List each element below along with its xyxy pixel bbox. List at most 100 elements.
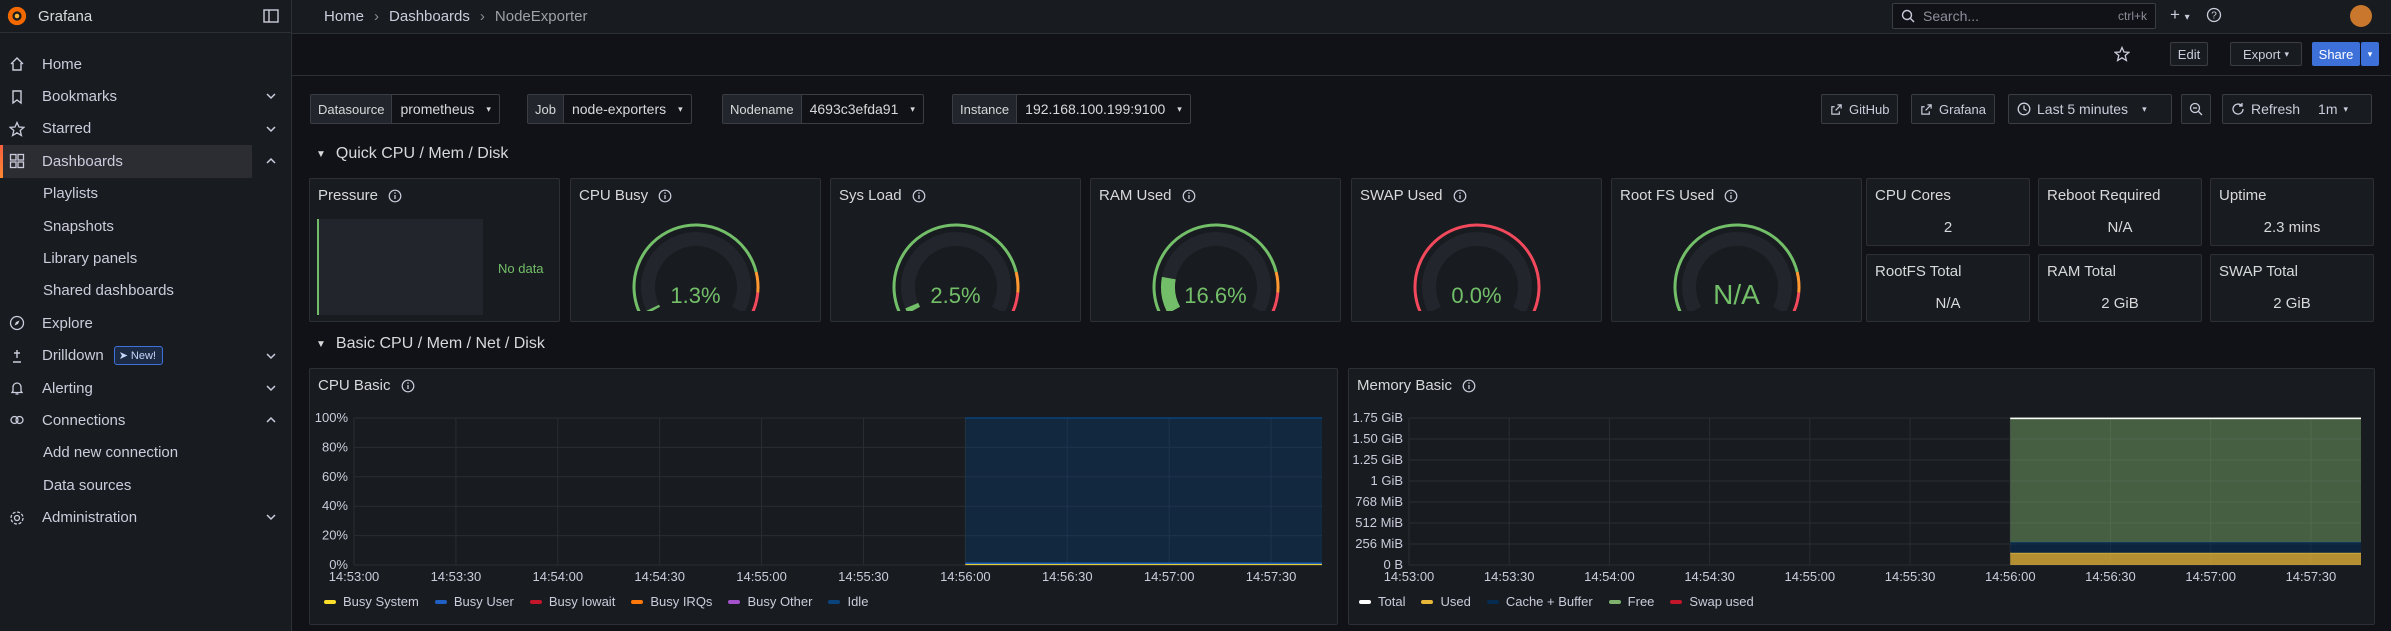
nav-drilldown[interactable]: Drilldown ➤ New! <box>0 340 292 372</box>
share-button[interactable]: Share <box>2312 42 2360 66</box>
nav-administration[interactable]: Administration <box>0 501 292 533</box>
refresh-interval[interactable]: 1m <box>2318 101 2337 117</box>
chevron-down-icon[interactable] <box>264 122 278 136</box>
share-dropdown-button[interactable]: ▾ <box>2361 42 2379 66</box>
chevron-down-icon[interactable] <box>264 349 278 363</box>
legend-label: Busy IRQs <box>650 594 713 609</box>
star-icon[interactable] <box>2114 46 2130 62</box>
nav-playlists[interactable]: Playlists <box>0 178 292 210</box>
github-link[interactable]: GitHub <box>1821 94 1899 124</box>
legend-item[interactable]: Busy Other <box>728 594 812 609</box>
info-icon[interactable] <box>1724 189 1738 203</box>
memory-basic-chart[interactable]: 1.75 GiB 1.50 GiB 1.25 GiB 1 GiB 768 MiB 512 … <box>1349 369 2376 594</box>
info-icon[interactable] <box>912 189 926 203</box>
legend-item[interactable]: Busy System <box>324 594 419 609</box>
variable-datasource[interactable]: Datasource prometheus ▾ <box>310 94 500 124</box>
variable-select[interactable]: 192.168.100.199:9100 ▾ <box>1017 95 1190 123</box>
chevron-down-icon[interactable] <box>264 510 278 524</box>
legend-item[interactable]: Used <box>1421 594 1471 609</box>
legend-item[interactable]: Free <box>1608 594 1654 609</box>
new-menu-button[interactable]: + ▾ <box>2170 5 2190 25</box>
legend-item[interactable]: Total <box>1359 594 1405 609</box>
info-icon[interactable] <box>1453 189 1467 203</box>
dock-menu-icon[interactable] <box>262 7 280 25</box>
row-header-basic[interactable]: ▼ Basic CPU / Mem / Net / Disk <box>316 335 545 353</box>
nav-connections[interactable]: Connections <box>0 404 292 436</box>
brand[interactable]: Grafana <box>0 0 291 33</box>
info-icon[interactable] <box>388 189 402 203</box>
chevron-up-icon[interactable] <box>264 413 278 427</box>
panel-gauge[interactable]: Sys Load 2.5% <box>830 178 1081 322</box>
nav-bookmarks[interactable]: Bookmarks <box>0 80 292 112</box>
panel-gauge[interactable]: RAM Used 16.6% <box>1090 178 1341 322</box>
panel-stat[interactable]: CPU Cores 2 <box>1866 178 2030 246</box>
info-icon[interactable] <box>658 189 672 203</box>
nav-starred[interactable]: Starred <box>0 113 292 145</box>
legend-item[interactable]: Idle <box>828 594 868 609</box>
x-tick-label: 14:53:30 <box>431 569 482 584</box>
panel-cpu-basic[interactable]: CPU Basic 100% 80% 60% 40% 20% 0% 14:53:00 14:5… <box>309 368 1338 625</box>
variable-job[interactable]: Job node-exporters ▾ <box>527 94 692 124</box>
gear-icon <box>8 509 26 527</box>
panel-gauge[interactable]: CPU Busy 1.3% <box>570 178 821 322</box>
x-tick-label: 14:54:30 <box>634 569 685 584</box>
breadcrumb-home[interactable]: Home <box>324 8 364 25</box>
nav-alerting[interactable]: Alerting <box>0 372 292 404</box>
breadcrumb-dashboards[interactable]: Dashboards <box>389 8 470 25</box>
panel-stat[interactable]: RootFS Total N/A <box>1866 254 2030 322</box>
panel-gauge[interactable]: SWAP Used 0.0% <box>1351 178 1602 322</box>
panel-stat[interactable]: Reboot Required N/A <box>2038 178 2202 246</box>
info-icon[interactable] <box>1182 189 1196 203</box>
panel-stat[interactable]: Uptime 2.3 mins <box>2210 178 2374 246</box>
zoom-out-button[interactable] <box>2181 94 2211 124</box>
panel-title: Root FS Used <box>1620 187 1738 204</box>
row-header-quick[interactable]: ▼ Quick CPU / Mem / Disk <box>316 145 508 163</box>
panel-pressure[interactable]: Pressure No data <box>309 178 560 322</box>
nav-add-new-connection[interactable]: Add new connection <box>0 437 292 469</box>
variable-instance[interactable]: Instance 192.168.100.199:9100 ▾ <box>952 94 1191 124</box>
chevron-up-icon[interactable] <box>264 154 278 168</box>
chevron-down-icon[interactable] <box>264 89 278 103</box>
variable-select[interactable]: 4693c3efda91 ▾ <box>802 95 923 123</box>
panel-stat[interactable]: SWAP Total 2 GiB <box>2210 254 2374 322</box>
legend-item[interactable]: Busy IRQs <box>631 594 712 609</box>
row-title: Quick CPU / Mem / Disk <box>335 145 509 162</box>
variable-select[interactable]: node-exporters ▾ <box>564 95 691 123</box>
grafana-link[interactable]: Grafana <box>1911 94 1995 124</box>
nav-dashboards[interactable]: Dashboards <box>0 145 276 178</box>
panel-memory-basic[interactable]: Memory Basic 1.75 GiB 1.50 GiB 1.25 GiB 1 G… <box>1348 368 2375 625</box>
refresh-button[interactable]: Refresh 1m ▾ <box>2222 94 2372 124</box>
variable-nodename[interactable]: Nodename 4693c3efda91 ▾ <box>722 94 924 124</box>
github-label: GitHub <box>1849 101 1890 117</box>
panel-gauge[interactable]: Root FS Used N/A <box>1611 178 1862 322</box>
chevron-down-icon[interactable] <box>264 381 278 395</box>
chevron-down-icon: ▾ <box>2343 103 2349 114</box>
chevron-down-icon: ▾ <box>2284 48 2290 59</box>
nav-shared-dashboards[interactable]: Shared dashboards <box>0 275 292 307</box>
legend-item[interactable]: Cache + Buffer <box>1486 594 1593 609</box>
help-icon[interactable]: ? <box>2206 7 2222 23</box>
legend-item[interactable]: Busy Iowait <box>529 594 615 609</box>
legend-item[interactable]: Busy User <box>434 594 514 609</box>
nav-explore[interactable]: Explore <box>0 307 292 339</box>
nav-home[interactable]: Home <box>0 48 292 80</box>
edit-button[interactable]: Edit <box>2170 42 2208 66</box>
search-input[interactable]: Search... ctrl+k <box>1892 3 2156 29</box>
nav-library-panels[interactable]: Library panels <box>0 242 292 274</box>
nav-snapshots[interactable]: Snapshots <box>0 210 292 242</box>
external-link-icon <box>1921 103 1932 115</box>
legend-item[interactable]: Swap used <box>1670 594 1754 609</box>
panel-stat[interactable]: RAM Total 2 GiB <box>2038 254 2202 322</box>
chevron-down-icon: ▾ <box>2367 48 2373 59</box>
export-button[interactable]: Export ▾ <box>2230 42 2302 66</box>
nav-label: Home <box>42 55 83 73</box>
x-tick-label: 14:56:00 <box>940 569 991 584</box>
variable-label: Datasource <box>311 95 393 123</box>
gauge-value: 2.5% <box>930 283 981 308</box>
cpu-basic-chart[interactable]: 100%80%60%40%20%0%14:53:00 14:53:30 14:54:… <box>310 369 1339 594</box>
time-range-picker[interactable]: Last 5 minutes ▾ <box>2008 94 2172 124</box>
nav-data-sources[interactable]: Data sources <box>0 469 292 501</box>
avatar[interactable] <box>2350 5 2372 27</box>
variable-select[interactable]: prometheus ▾ <box>392 95 498 123</box>
variable-value: 4693c3efda91 <box>809 101 899 117</box>
